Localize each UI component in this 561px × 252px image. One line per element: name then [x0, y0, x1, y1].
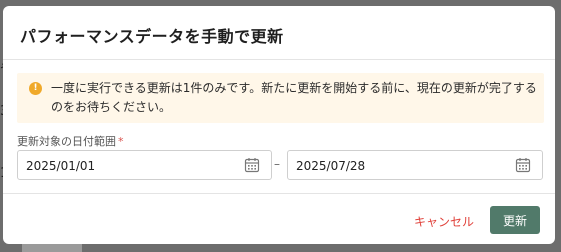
range-separator: – [274, 157, 280, 171]
start-date-value: 2025/01/01 [26, 159, 96, 173]
start-date-input[interactable]: 2025/01/01 [17, 150, 272, 180]
notice-text: 一度に実行できる更新は1件のみです。新たに更新を開始する前に、現在の更新が完了す… [51, 81, 537, 114]
header-divider [3, 59, 555, 60]
end-date-input[interactable]: 2025/07/28 [287, 150, 543, 180]
calendar-icon[interactable] [515, 157, 531, 173]
modal-title: パフォーマンスデータを手動で更新 [20, 27, 284, 46]
end-date-value: 2025/07/28 [296, 159, 366, 173]
info-icon: ! [29, 82, 42, 95]
date-range-label: 更新対象の日付範囲 * [17, 133, 124, 149]
cancel-button[interactable]: キャンセル [410, 209, 478, 233]
backdrop-footer [22, 244, 82, 252]
update-modal: パフォーマンスデータを手動で更新 ! 一度に実行できる更新は1件のみです。新たに… [3, 6, 555, 244]
required-mark: * [118, 135, 124, 148]
calendar-icon[interactable] [244, 157, 260, 173]
date-range-label-text: 更新対象の日付範囲 [17, 135, 116, 148]
update-button[interactable]: 更新 [490, 206, 540, 234]
footer-divider [3, 193, 555, 194]
info-notice: ! 一度に実行できる更新は1件のみです。新たに更新を開始する前に、現在の更新が完… [17, 73, 544, 123]
